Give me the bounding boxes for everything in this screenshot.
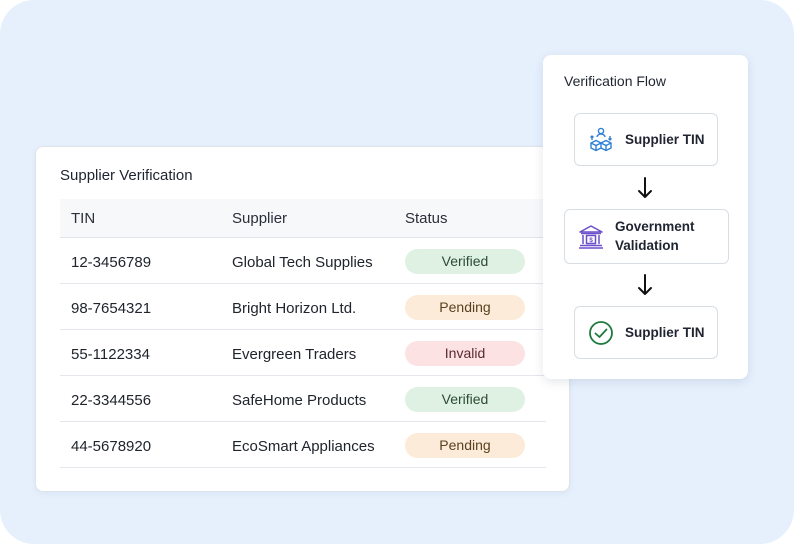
status-badge: Pending xyxy=(405,433,525,458)
arrow-down-icon xyxy=(638,274,652,295)
table-row[interactable]: 55-1122334 Evergreen Traders Invalid xyxy=(60,330,546,376)
table-row[interactable]: 12-3456789 Global Tech Supplies Verified xyxy=(60,238,546,284)
flow-step-label-line1: Government xyxy=(615,219,695,234)
government-bank-icon: $ xyxy=(578,224,604,250)
tin-cell: 55-1122334 xyxy=(71,346,150,363)
flow-step-label: Supplier TIN xyxy=(625,325,705,340)
supplier-cell: Global Tech Supplies xyxy=(232,254,373,271)
tin-cell: 98-7654321 xyxy=(71,300,152,317)
supplier-boxes-icon xyxy=(588,127,614,153)
flow-step-supplier-tin-verified[interactable]: Supplier TIN xyxy=(574,306,718,359)
tin-cell: 12-3456789 xyxy=(71,254,152,271)
supplier-cell: Bright Horizon Ltd. xyxy=(232,300,357,317)
supplier-cell: Evergreen Traders xyxy=(232,346,357,363)
supplier-verification-card: Supplier Verification TIN Supplier Statu… xyxy=(35,146,570,492)
table-row[interactable]: 98-7654321 Bright Horizon Ltd. Pending xyxy=(60,284,546,330)
flow-step-label: Supplier TIN xyxy=(625,132,705,147)
table-row[interactable]: 22-3344556 SafeHome Products Verified xyxy=(60,376,546,422)
flow-title: Verification Flow xyxy=(564,73,666,89)
verification-flow-card: Verification Flow Supplier TIN $ Governm… xyxy=(543,55,748,379)
flow-step-supplier-tin[interactable]: Supplier TIN xyxy=(574,113,718,166)
column-header-tin[interactable]: TIN xyxy=(71,210,95,227)
table-header: TIN Supplier Status xyxy=(60,199,546,238)
check-circle-icon xyxy=(588,320,614,346)
status-badge: Verified xyxy=(405,387,525,412)
supplier-cell: SafeHome Products xyxy=(232,392,367,409)
status-badge: Verified xyxy=(405,249,525,274)
tin-cell: 44-5678920 xyxy=(71,438,152,455)
arrow-down-icon xyxy=(638,177,652,198)
column-header-supplier[interactable]: Supplier xyxy=(232,210,287,227)
flow-step-government-validation[interactable]: $ Government Validation xyxy=(564,209,729,264)
card-title: Supplier Verification xyxy=(60,167,193,184)
column-header-status[interactable]: Status xyxy=(405,210,448,227)
flow-step-label-line2: Validation xyxy=(615,238,679,253)
status-badge: Invalid xyxy=(405,341,525,366)
status-badge: Pending xyxy=(405,295,525,320)
svg-text:$: $ xyxy=(589,237,593,244)
supplier-cell: EcoSmart Appliances xyxy=(232,438,375,455)
tin-cell: 22-3344556 xyxy=(71,392,152,409)
table-row[interactable]: 44-5678920 EcoSmart Appliances Pending xyxy=(60,422,546,468)
